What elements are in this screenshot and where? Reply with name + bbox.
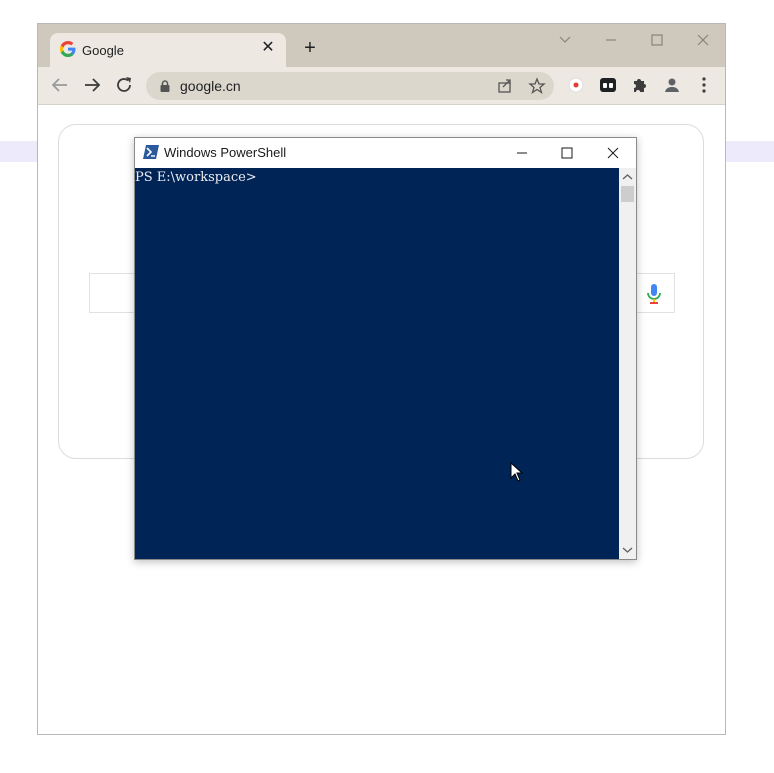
record-icon[interactable] [565, 74, 587, 96]
tab-search-chevron-icon[interactable] [554, 30, 576, 50]
menu-icon[interactable] [693, 74, 715, 96]
profile-icon[interactable] [661, 74, 683, 96]
address-bar[interactable]: google.cn [146, 72, 554, 100]
powershell-titlebar[interactable]: Windows PowerShell [135, 138, 636, 168]
console-scrollbar[interactable] [619, 168, 636, 559]
microphone-icon[interactable] [644, 282, 664, 306]
powershell-window[interactable]: Windows PowerShell PS E:\workspace> [134, 137, 637, 560]
powershell-title: Windows PowerShell [164, 145, 287, 160]
browser-titlebar: Google ✕ + [38, 24, 725, 67]
background-stripe-left [0, 141, 37, 162]
mouse-pointer-icon [510, 462, 524, 482]
maximize-icon[interactable] [646, 30, 668, 50]
forward-icon[interactable] [81, 74, 103, 96]
lock-icon[interactable] [158, 79, 172, 93]
ps-minimize-icon[interactable] [511, 143, 533, 163]
powershell-console[interactable]: PS E:\workspace> [135, 168, 619, 559]
minimize-icon[interactable] [600, 30, 622, 50]
puzzle-icon[interactable] [629, 74, 651, 96]
reload-icon[interactable] [113, 74, 135, 96]
share-icon[interactable] [496, 77, 514, 95]
browser-toolbar: google.cn [38, 67, 725, 105]
close-window-icon[interactable] [692, 30, 714, 50]
google-g-icon [60, 41, 76, 57]
ps-close-icon[interactable] [602, 143, 624, 163]
back-icon[interactable] [49, 74, 71, 96]
background-stripe-right [726, 141, 774, 162]
scroll-thumb[interactable] [621, 186, 634, 202]
extension-icon[interactable] [597, 74, 619, 96]
scroll-up-icon[interactable] [619, 170, 636, 184]
scroll-down-icon[interactable] [619, 543, 636, 557]
tab-title: Google [82, 43, 124, 58]
powershell-icon [143, 145, 159, 159]
new-tab-button[interactable]: + [300, 38, 320, 58]
ps-maximize-icon[interactable] [556, 143, 578, 163]
tab-google[interactable]: Google ✕ [50, 33, 286, 67]
address-url: google.cn [180, 78, 241, 94]
tab-close-icon[interactable]: ✕ [258, 38, 278, 58]
console-prompt: PS E:\workspace> [135, 170, 257, 185]
star-icon[interactable] [528, 77, 546, 95]
